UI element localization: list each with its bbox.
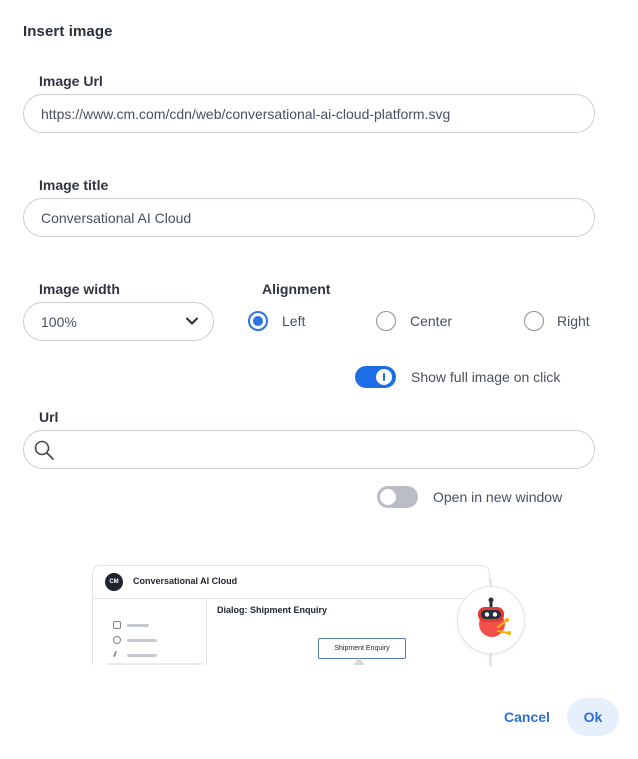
url-label: Url [39,409,59,425]
show-full-image-toggle[interactable] [355,366,396,388]
image-url-input[interactable]: https://www.cm.com/cdn/web/conversationa… [23,94,595,133]
preview-sidebar-selected [107,663,203,665]
alignment-radio-left[interactable] [248,311,268,331]
search-icon [32,438,56,462]
bolt-icon [112,651,122,657]
open-new-window-toggle[interactable] [377,486,418,508]
chevron-down-icon [185,314,199,331]
inbox-icon [113,621,121,629]
image-preview: CM Conversational AI Cloud Dialog: Shipm… [92,565,492,665]
preview-sidebar-line [127,654,157,657]
image-title-label: Image title [39,177,109,193]
image-title-input[interactable]: Conversational AI Cloud [23,198,595,237]
preview-sidebar-line [127,624,149,627]
image-width-label: Image width [39,281,120,297]
preview-flow-node: Shipment Enquiry [318,638,406,659]
image-url-value: https://www.cm.com/cdn/web/conversationa… [41,105,451,122]
preview-app-name: Conversational AI Cloud [133,576,238,586]
preview-flow-connector [353,658,365,665]
image-title-value: Conversational AI Cloud [41,209,192,226]
dialog-title: Insert image [23,23,113,40]
alignment-radio-right[interactable] [524,311,544,331]
robot-avatar-icon [458,587,524,653]
image-url-label: Image Url [39,73,103,89]
preview-dialog-title: Dialog: Shipment Enquiry [217,605,328,615]
image-width-value: 100% [41,313,77,330]
alignment-label-left: Left [282,313,306,329]
url-input[interactable] [23,430,595,469]
cm-logo: CM [105,573,123,591]
alignment-label-center: Center [410,313,453,329]
toggle-knob [380,489,396,505]
alignment-label-right: Right [557,313,590,329]
show-full-image-label: Show full image on click [411,369,561,385]
image-width-select[interactable]: 100% [23,302,214,341]
ok-button[interactable]: Ok [567,698,619,736]
cancel-button[interactable]: Cancel [496,698,558,736]
open-new-window-label: Open in new window [433,489,563,505]
alignment-label: Alignment [262,281,331,297]
preview-sidebar-line [127,639,157,642]
toggle-knob [376,369,392,385]
alignment-radio-center[interactable] [376,311,396,331]
preview-card: CM Conversational AI Cloud Dialog: Shipm… [92,565,491,665]
preview-sidebar [93,599,207,665]
chat-icon [113,636,121,644]
preview-header: CM Conversational AI Cloud [93,566,491,599]
